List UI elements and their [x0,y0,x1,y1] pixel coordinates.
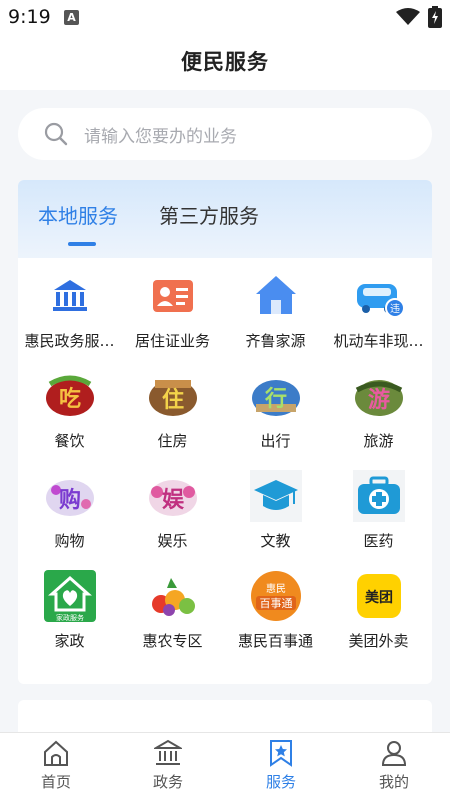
tabbar-label: 政务 [152,773,183,791]
tabbar-item-services[interactable]: 服务 [225,733,337,800]
service-label: 医药 [363,532,394,550]
tabbar-label: 服务 [265,773,296,791]
government-outline-icon [154,739,182,765]
service-label: 家政 [54,632,85,650]
dining-icon: 吃 [46,375,94,416]
tab-local-services[interactable]: 本地服务 [38,200,118,229]
service-item-vehicle-violation[interactable]: 违 机动车非现… [327,270,430,360]
medical-kit-icon [353,470,405,522]
meituan-icon: 美团 [357,574,401,618]
housekeeping-icon: 家政服务 [44,570,96,622]
tabbar-label: 我的 [378,773,409,791]
svg-text:购: 购 [59,487,81,513]
service-item-tourism[interactable]: 游 旅游 [327,370,430,460]
tab-active-indicator [68,242,96,246]
svg-text:惠民: 惠民 [266,582,286,595]
service-label: 机动车非现… [333,332,424,350]
farm-produce-icon [152,578,195,616]
battery-charging-icon [428,6,442,28]
service-item-housing[interactable]: 住 住房 [121,370,224,460]
shopping-icon: 购 [46,480,94,516]
service-label: 惠民政务服… [24,332,115,350]
user-icon [381,741,407,766]
service-label: 居住证业务 [134,332,210,350]
service-item-meituan-delivery[interactable]: 美团 美团外卖 [327,570,430,660]
housing-icon: 住 [149,380,197,416]
tab-third-party-services[interactable]: 第三方服务 [159,200,259,229]
home-icon [256,276,296,314]
travel-icon: 行 [252,380,300,416]
service-item-entertainment[interactable]: 娱 娱乐 [121,470,224,560]
service-label: 住房 [157,432,188,450]
svg-text:行: 行 [264,386,287,412]
page-title: 便民服务 [181,50,269,74]
status-time: 9:19 [8,6,51,28]
service-item-culture-education[interactable]: 文教 [224,470,327,560]
service-label: 文教 [260,532,291,550]
service-item-residence-permit[interactable]: 居住证业务 [121,270,224,360]
svg-text:违: 违 [390,303,400,315]
svg-text:娱: 娱 [162,488,185,513]
service-item-agriculture-zone[interactable]: 惠农专区 [121,570,224,660]
search-input[interactable]: 请输入您要办的业务 [18,108,432,160]
bookmark-star-icon [270,740,292,767]
service-label: 齐鲁家源 [245,332,306,350]
bottom-tab-bar: 首页 政务 服务 我的 [0,732,450,800]
service-card: 本地服务 第三方服务 惠民政务服… 居住证业务 齐鲁家源 违 机动车非现… 吃 … [18,180,432,684]
tabbar-item-government[interactable]: 政务 [112,733,224,800]
huimin-baishitong-icon: 惠民 百事通 [251,571,301,621]
tabbar-label: 首页 [40,773,71,791]
service-item-travel[interactable]: 行 出行 [224,370,327,460]
id-card-icon [153,280,193,312]
service-label: 购物 [54,532,85,550]
service-label: 餐饮 [54,432,85,450]
service-item-huimin-baishitong[interactable]: 惠民 百事通 惠民百事通 [224,570,327,660]
tourism-icon: 游 [355,380,403,416]
service-label: 惠农专区 [142,632,203,650]
service-item-huimin-government[interactable]: 惠民政务服… [18,270,121,360]
svg-text:家政服务: 家政服务 [56,613,84,622]
government-icon [53,280,87,311]
service-item-qilu-home[interactable]: 齐鲁家源 [224,270,327,360]
service-label: 出行 [260,432,291,450]
tabbar-item-home[interactable]: 首页 [0,733,112,800]
graduation-cap-icon [250,470,302,522]
svg-text:住: 住 [162,387,184,413]
search-icon [44,122,68,146]
service-label: 惠民百事通 [237,632,313,650]
svg-text:美团: 美团 [365,589,393,606]
service-item-medicine[interactable]: 医药 [327,470,430,560]
tabbar-item-profile[interactable]: 我的 [338,733,450,800]
service-label: 旅游 [363,432,394,450]
service-label: 美团外卖 [348,632,409,650]
home-outline-icon [44,740,68,766]
svg-text:游: 游 [368,387,390,413]
search-placeholder: 请输入您要办的业务 [84,127,237,147]
entertainment-icon: 娱 [149,480,197,516]
svg-text:百事通: 百事通 [260,597,293,610]
title-bar: 便民服务 [0,34,450,90]
service-label: 娱乐 [157,532,188,550]
status-bar: 9:19 A [0,0,450,34]
car-violation-icon: 违 [357,284,405,318]
notification-a-icon: A [64,10,79,25]
wifi-icon [396,8,420,25]
service-item-shopping[interactable]: 购 购物 [18,470,121,560]
service-tabs: 本地服务 第三方服务 [18,180,432,258]
service-item-dining[interactable]: 吃 餐饮 [18,370,121,460]
svg-text:吃: 吃 [59,386,81,412]
service-item-housekeeping[interactable]: 家政服务 家政 [18,570,121,660]
